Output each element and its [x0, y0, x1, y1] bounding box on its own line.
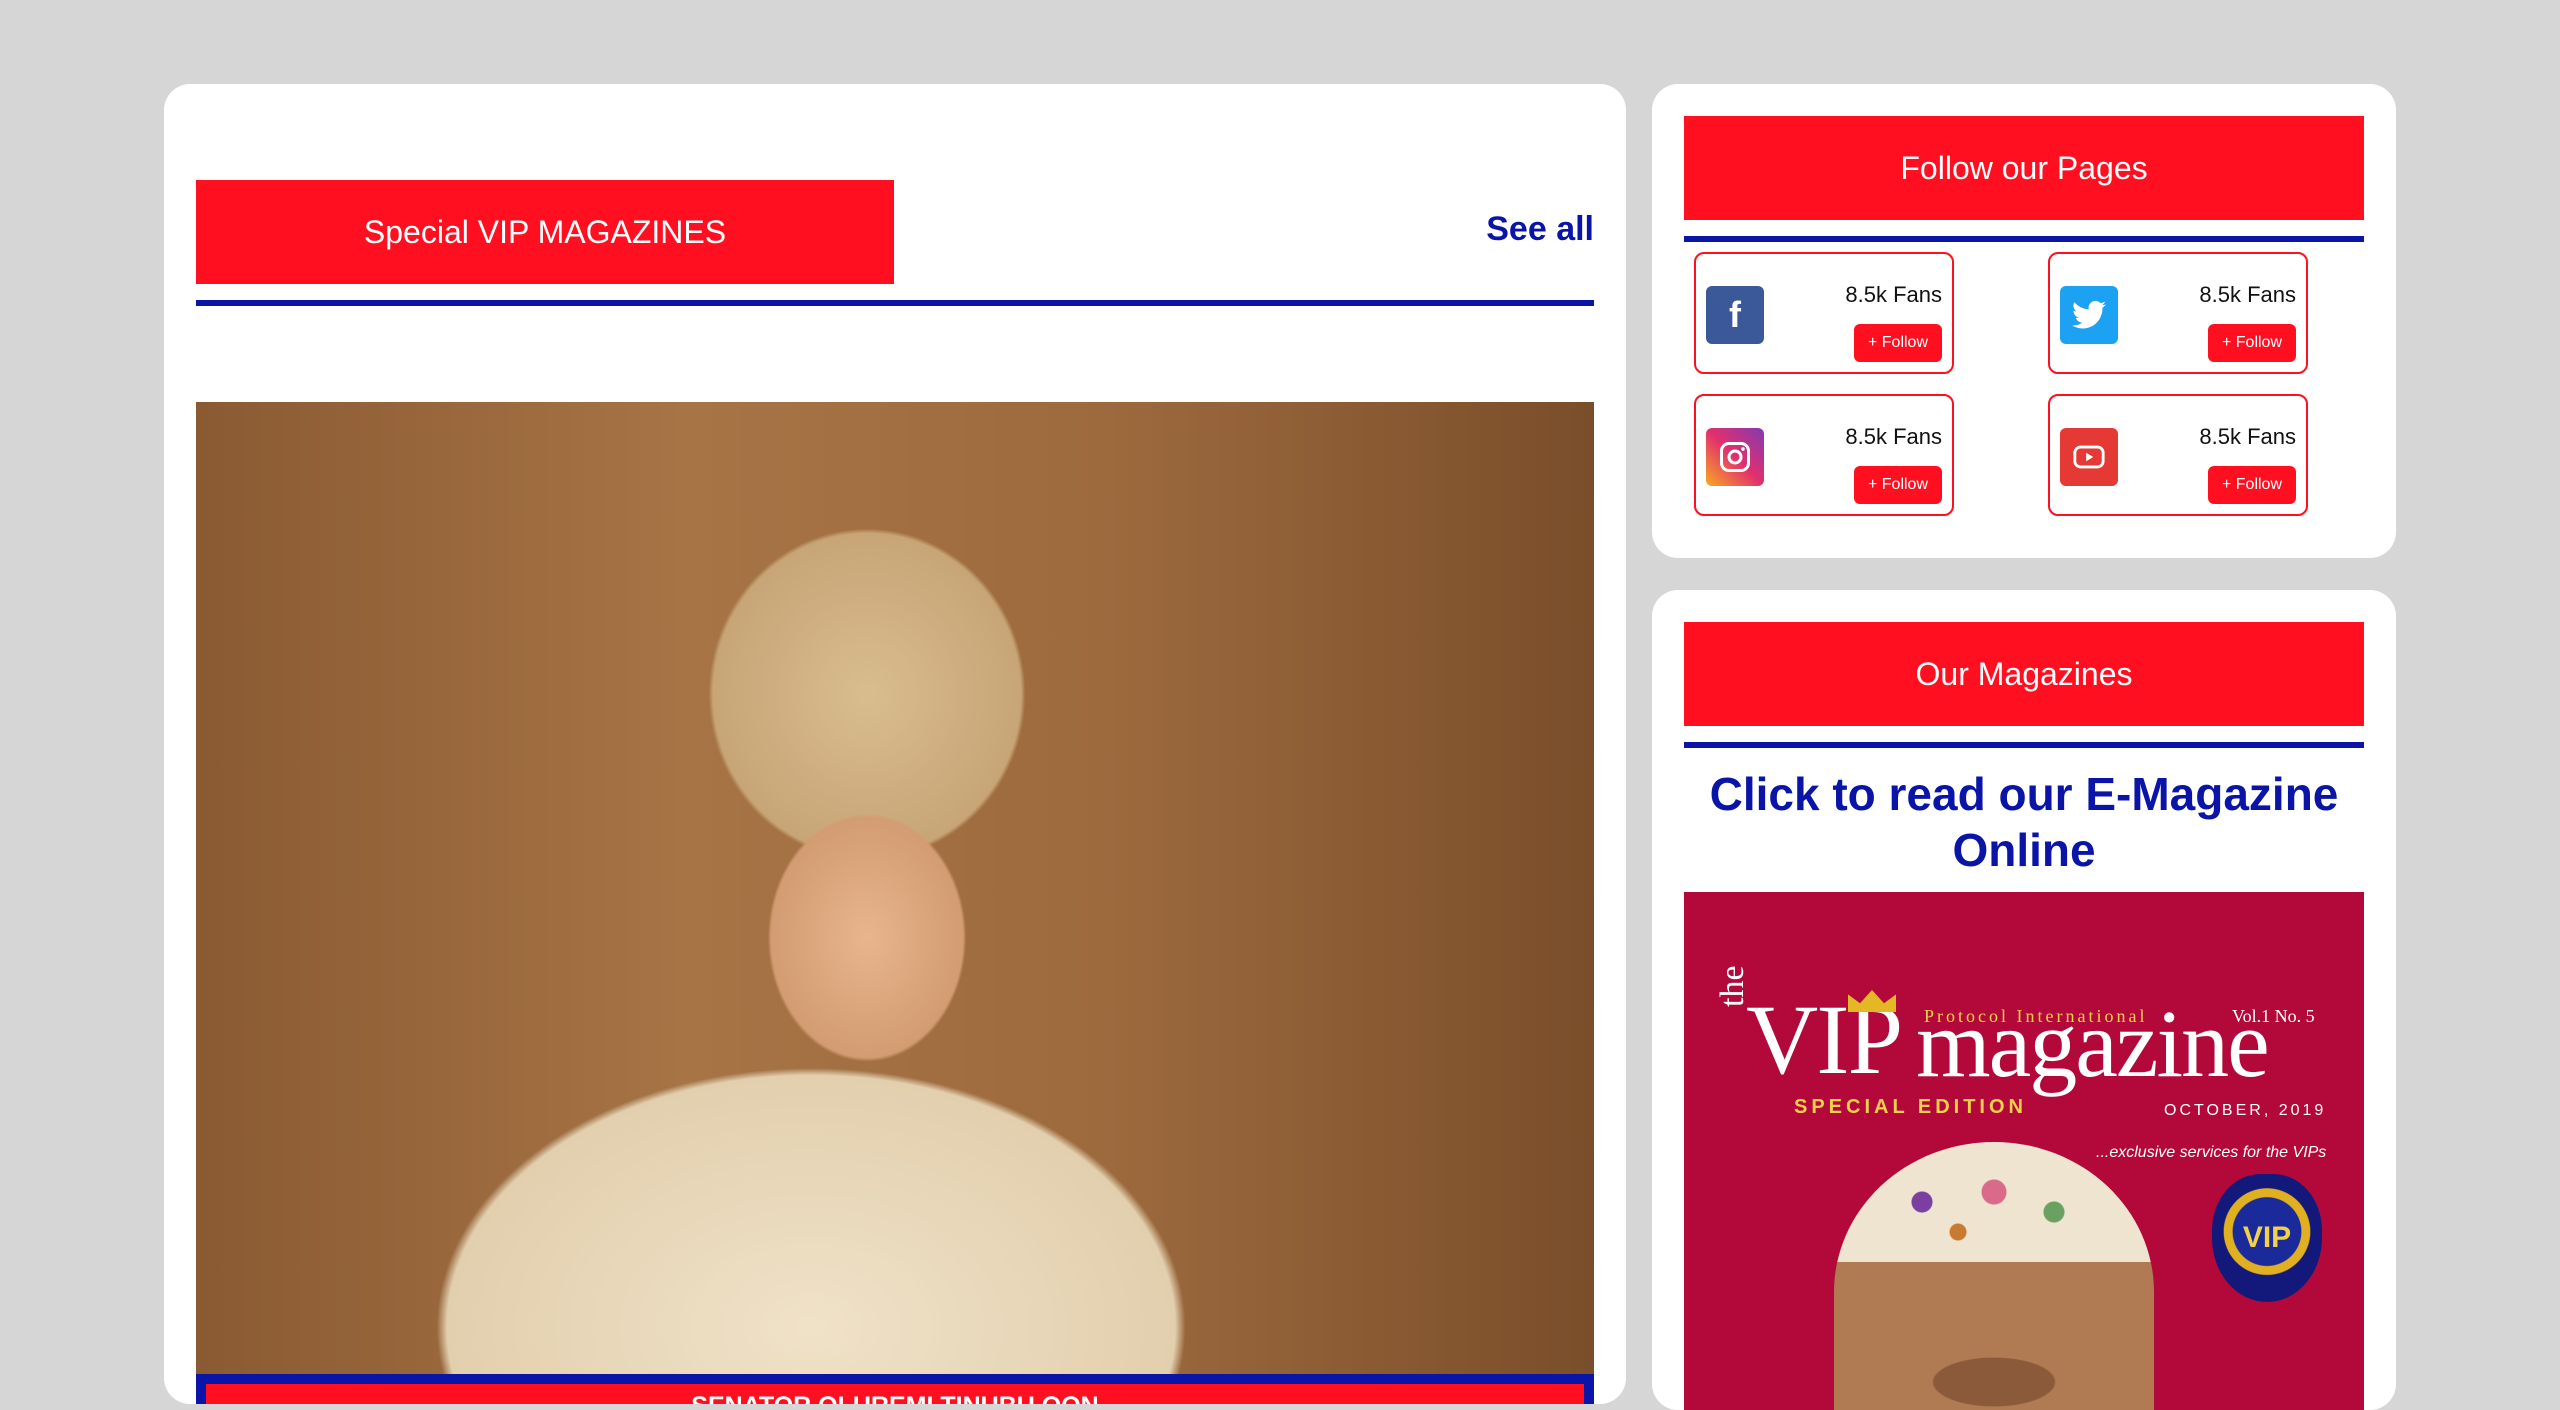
featured-photo[interactable]	[196, 402, 1594, 1376]
cover-tagline: ...exclusive services for the VIPs	[2096, 1144, 2327, 1161]
see-all-link[interactable]: See all	[1486, 210, 1594, 249]
cover-special-edition: SPECIAL EDITION	[1794, 1096, 2027, 1118]
follow-button-twitter[interactable]: + Follow	[2208, 324, 2296, 362]
cover-protocol: Protocol International	[1924, 1006, 2148, 1026]
twitter-icon[interactable]	[2060, 286, 2118, 344]
fans-count: 8.5k Fans	[2199, 282, 2296, 307]
vip-badge-icon: VIP	[2212, 1174, 2322, 1302]
follow-pages-widget: Follow our Pages f 8.5k Fans + Follow 8.…	[1652, 84, 2396, 558]
magazines-divider	[1684, 742, 2364, 748]
section-divider	[196, 300, 1594, 306]
featured-caption[interactable]: SENATOR OLUREMI TINUBU OON	[206, 1384, 1584, 1404]
read-emagazine-link[interactable]: Click to read our E-Magazine Online	[1684, 766, 2364, 878]
fans-count: 8.5k Fans	[2199, 424, 2296, 449]
cover-scarf-pattern	[1874, 1162, 2114, 1262]
follow-title: Follow our Pages	[1684, 116, 2364, 220]
section-title: Special VIP MAGAZINES	[196, 180, 894, 284]
social-card-instagram: 8.5k Fans + Follow	[1694, 394, 1954, 516]
follow-button-facebook[interactable]: + Follow	[1854, 324, 1942, 362]
fans-count: 8.5k Fans	[1845, 424, 1942, 449]
cover-magazine-word: magazine	[1916, 990, 2270, 1097]
follow-button-youtube[interactable]: + Follow	[2208, 466, 2296, 504]
our-magazines-widget: Our Magazines Click to read our E-Magazi…	[1652, 590, 2396, 1410]
fans-count: 8.5k Fans	[1845, 282, 1942, 307]
social-card-youtube: 8.5k Fans + Follow	[2048, 394, 2308, 516]
special-magazines-section: Special VIP MAGAZINES See all SENATOR OL…	[164, 84, 1626, 1404]
magazine-cover[interactable]: the VIP magazine Protocol International …	[1684, 892, 2364, 1410]
cover-volume: Vol.1 No. 5	[2232, 1006, 2315, 1026]
facebook-icon[interactable]: f	[1706, 286, 1764, 344]
youtube-icon[interactable]	[2060, 428, 2118, 486]
follow-button-instagram[interactable]: + Follow	[1854, 466, 1942, 504]
magazines-title: Our Magazines	[1684, 622, 2364, 726]
instagram-icon[interactable]	[1706, 428, 1764, 486]
social-card-facebook: f 8.5k Fans + Follow	[1694, 252, 1954, 374]
follow-divider	[1684, 236, 2364, 242]
cover-date: OCTOBER, 2019	[2164, 1102, 2327, 1119]
social-card-twitter: 8.5k Fans + Follow	[2048, 252, 2308, 374]
